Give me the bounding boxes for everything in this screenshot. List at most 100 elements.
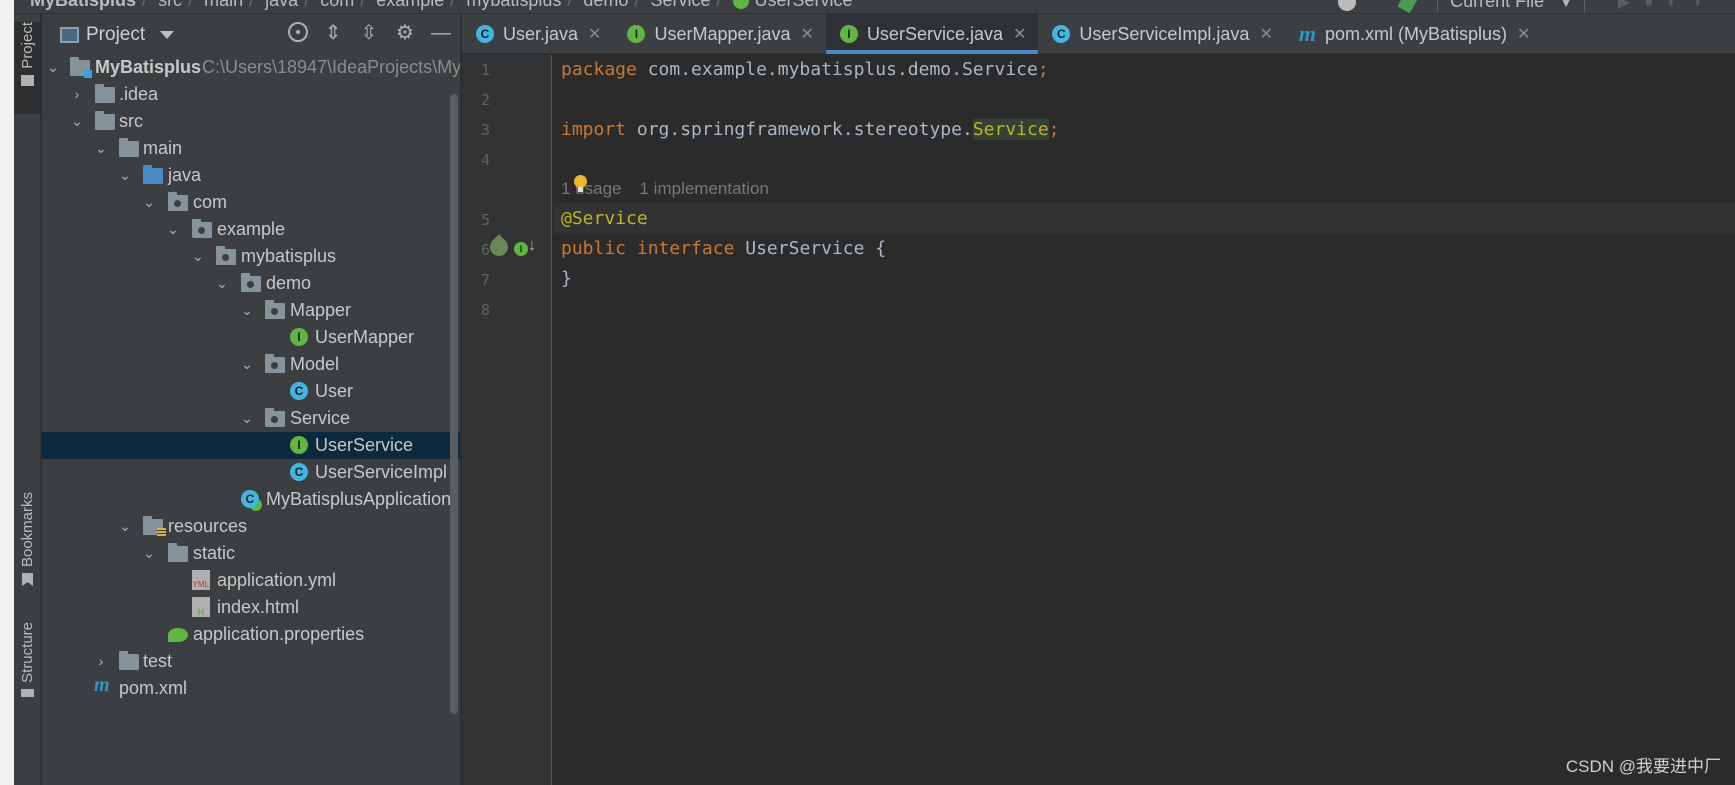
chevron-down-icon[interactable]: ⌄ [94, 135, 108, 162]
tree-node[interactable]: ⌄ Service [42, 405, 460, 432]
chevron-down-icon[interactable]: ⌄ [215, 270, 229, 297]
tree-node[interactable]: ⌄ MyBatisplus C:\Users\18947\IdeaProject… [42, 54, 460, 81]
lightbulb-icon[interactable] [574, 175, 587, 192]
tree-node[interactable]: H index.html [42, 594, 460, 621]
tab-userservice-java[interactable]: I UserService.java ✕ [825, 14, 1039, 54]
tree-node-label: java [168, 165, 202, 185]
implementations-hint[interactable]: 1 implementation [640, 179, 769, 198]
chevron-right-icon[interactable]: › [94, 648, 108, 675]
tree-node[interactable]: ⌄ example [42, 216, 460, 243]
breadcrumb-item[interactable]: java [265, 0, 298, 10]
breadcrumb-item[interactable]: UserService [755, 0, 853, 10]
usages-hint[interactable]: 1 usage [561, 179, 622, 198]
tree-node[interactable]: application.properties [42, 621, 460, 648]
line-number: 6 [480, 241, 490, 259]
hide-icon[interactable]: — [430, 22, 452, 44]
close-icon[interactable]: ✕ [1013, 24, 1026, 44]
close-icon[interactable]: ✕ [588, 24, 601, 44]
collapse-all-icon[interactable]: ⇳ [358, 22, 380, 44]
tab-userserviceimpl-java[interactable]: C UserServiceImpl.java ✕ [1038, 14, 1284, 54]
tree-node[interactable]: ⌄ static [42, 540, 460, 567]
class-icon: C [290, 463, 308, 481]
tree-node[interactable]: m pom.xml [42, 674, 460, 702]
project-panel-title[interactable]: Project [86, 24, 145, 46]
keyword: interface [636, 238, 735, 259]
user-icon[interactable] [1338, 0, 1357, 11]
breadcrumb-item[interactable]: example [376, 0, 444, 10]
package-icon [265, 300, 285, 319]
run-configuration-select[interactable]: Current File ▼ [1437, 0, 1585, 13]
tree-node[interactable]: ⌄ com [42, 189, 460, 216]
run-icon[interactable]: ▶ [1618, 0, 1644, 11]
coverage-icon[interactable]: ◑ [1691, 0, 1715, 11]
chevron-down-icon[interactable]: ⌄ [240, 297, 254, 324]
tree-node[interactable]: ⌄ java [42, 162, 460, 189]
profile-icon[interactable]: ◐ [1668, 0, 1692, 11]
chevron-down-icon[interactable]: ⌄ [191, 243, 205, 270]
tab-label: UserServiceImpl.java [1079, 23, 1250, 44]
bookmarks-tool-button[interactable]: Bookmarks [14, 492, 41, 598]
tree-node[interactable]: C User [42, 378, 460, 405]
close-icon[interactable]: ✕ [1517, 24, 1530, 44]
project-scrollbar[interactable] [450, 94, 458, 714]
gear-icon[interactable]: ⚙ [394, 22, 416, 44]
tree-node-label: index.html [217, 597, 300, 617]
bookmarks-tool-label: Bookmarks [19, 492, 36, 568]
tree-node[interactable]: ⌄ Mapper [42, 297, 460, 324]
code-line: import org.springframework.stereotype.Se… [561, 119, 1060, 140]
chevron-down-icon[interactable]: ⌄ [70, 108, 84, 135]
tab-user-java[interactable]: C User.java ✕ [462, 14, 613, 54]
tree-node[interactable]: ⌄ src [42, 108, 460, 135]
tree-node[interactable]: ⌄ resources [42, 513, 460, 540]
breadcrumb-item[interactable]: com [320, 0, 354, 10]
tree-node[interactable]: ⌄ demo [42, 270, 460, 297]
tab-pom-xml[interactable]: m pom.xml (MyBatisplus) ✕ [1285, 14, 1543, 54]
chevron-down-icon[interactable]: ⌄ [240, 405, 254, 432]
breadcrumb-item[interactable]: MyBatisplus [30, 0, 136, 10]
expand-all-icon[interactable]: ⇕ [322, 22, 344, 44]
debug-icon[interactable]: ● [1644, 0, 1668, 11]
tree-node[interactable]: I UserMapper [42, 324, 460, 351]
chevron-down-icon: ▼ [1560, 0, 1572, 10]
close-icon[interactable]: ✕ [801, 24, 814, 44]
go-to-implementation-arrow-icon[interactable]: ↓ [528, 237, 536, 255]
chevron-down-icon[interactable]: ⌄ [166, 216, 180, 243]
view-selector-chevron-icon[interactable] [160, 31, 174, 39]
spring-bean-icon[interactable] [486, 234, 512, 260]
breadcrumb-item[interactable]: mybatisplus [466, 0, 561, 10]
chevron-down-icon[interactable]: ⌄ [240, 351, 254, 378]
chevron-down-icon[interactable]: ⌄ [142, 540, 156, 567]
resources-folder-icon [143, 516, 166, 537]
import-class[interactable]: Service [972, 119, 1049, 140]
code-editor[interactable]: package com.example.mybatisplus.demo.Ser… [553, 55, 1735, 785]
chevron-right-icon[interactable]: › [70, 81, 84, 108]
tree-node[interactable]: › test [42, 648, 460, 675]
structure-tool-button[interactable]: Structure [14, 622, 41, 712]
tree-node[interactable]: ⌄ Model [42, 351, 460, 378]
tab-usermapper-java[interactable]: I UserMapper.java ✕ [613, 14, 825, 54]
tree-node[interactable]: C MyBatisplusApplication [42, 486, 460, 513]
code-line: public interface UserService { [561, 238, 886, 259]
chevron-down-icon[interactable]: ⌄ [142, 189, 156, 216]
breadcrumb-item[interactable]: Service [650, 0, 710, 10]
editor-gutter[interactable]: 1 2 3 4 5 6 7 8 I ↓ [462, 55, 552, 785]
select-opened-file-icon[interactable] [288, 22, 308, 42]
tree-node[interactable]: YML application.yml [42, 567, 460, 594]
tree-node[interactable]: ⌄ main [42, 135, 460, 162]
close-icon[interactable]: ✕ [1259, 24, 1272, 44]
breadcrumb-item[interactable]: main [204, 0, 243, 10]
project-tool-button[interactable]: Project [14, 22, 41, 114]
chevron-down-icon[interactable]: ⌄ [118, 513, 132, 540]
implemented-icon[interactable]: I [514, 242, 528, 256]
breadcrumb-item[interactable]: src [158, 0, 182, 10]
breadcrumb-item[interactable]: demo [583, 0, 628, 10]
run-toolbar: Current File ▼ [1338, 0, 1585, 13]
tree-node-selected[interactable]: I UserService [42, 432, 460, 459]
build-hammer-icon[interactable] [1397, 0, 1419, 13]
tree-node[interactable]: C UserServiceImpl [42, 459, 460, 486]
chevron-down-icon[interactable]: ⌄ [46, 54, 60, 81]
tree-node[interactable]: ⌄ mybatisplus [42, 243, 460, 270]
chevron-down-icon[interactable]: ⌄ [118, 162, 132, 189]
tree-node[interactable]: › .idea [42, 81, 460, 108]
tree-node-label: pom.xml [119, 678, 188, 698]
